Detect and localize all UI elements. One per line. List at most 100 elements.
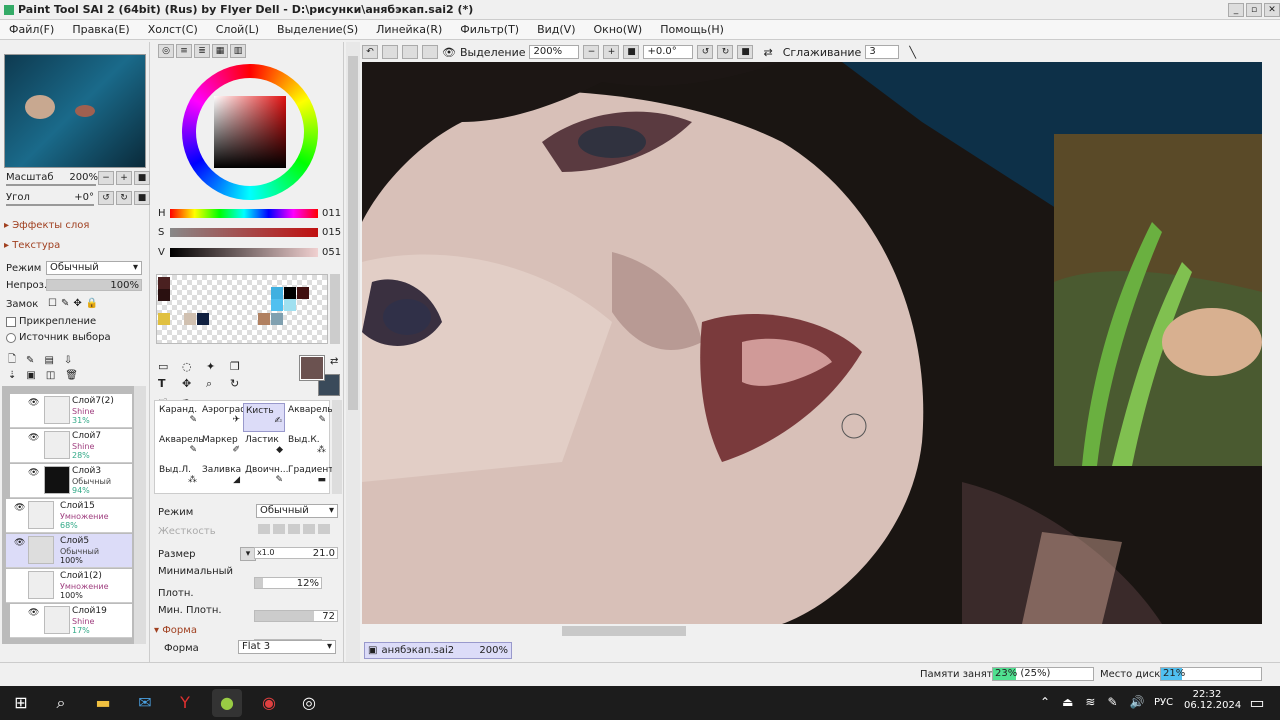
minimize-button[interactable]: _ (1228, 2, 1244, 17)
usb-icon[interactable]: ⏏ (1062, 695, 1073, 709)
lasso-icon[interactable]: ◌ (182, 360, 202, 373)
menu-window[interactable]: Окно(W) (585, 23, 652, 36)
steam-icon[interactable]: ◎ (294, 689, 324, 717)
zoom-icon[interactable]: ⌕ (206, 377, 226, 391)
canvas[interactable] (362, 62, 1262, 624)
tool-grid-scrollbar[interactable] (332, 400, 342, 494)
invert-selection-button[interactable] (422, 45, 438, 59)
tool-pencil[interactable]: Каранд. ✎ (157, 403, 199, 432)
tool-fill[interactable]: Заливка ◢ (200, 463, 242, 492)
eye-icon[interactable]: 👁 (14, 538, 25, 548)
tool-select-pen[interactable]: Выд.К. ⁂ (286, 433, 328, 462)
texture-section[interactable]: ▸ Текстура (4, 240, 60, 251)
rotate-left-button[interactable]: ↺ (98, 191, 114, 205)
zoom-out-button[interactable]: − (98, 171, 114, 185)
primary-color[interactable] (299, 355, 325, 381)
menu-filter[interactable]: Фильтр(T) (451, 23, 528, 36)
recorder-icon[interactable]: ◉ (254, 689, 284, 717)
lock-all-icon[interactable]: 🔒 (86, 298, 98, 309)
eye-icon[interactable]: 👁 (28, 398, 39, 408)
redo-button[interactable] (382, 45, 398, 59)
document-tab[interactable]: ▣ анябэкап.sai2 200% (364, 642, 512, 659)
yandex-browser-icon[interactable]: Y (170, 689, 200, 717)
angle-select[interactable]: +0.0° (643, 45, 694, 59)
chevron-up-icon[interactable]: ⌃ (1040, 695, 1050, 709)
menu-canvas[interactable]: Холст(C) (139, 23, 207, 36)
close-button[interactable]: ✕ (1264, 2, 1280, 17)
move-icon[interactable]: ❐ (230, 360, 250, 373)
lock-paint-icon[interactable]: ✎ (61, 298, 69, 309)
eye-icon[interactable]: 👁 (28, 468, 39, 478)
add-mask-icon[interactable]: ▣ (26, 370, 35, 381)
rotate-reset-button[interactable]: ■ (737, 45, 754, 59)
zoom-slider[interactable] (6, 184, 96, 186)
canvas-hscrollbar[interactable] (362, 624, 1262, 638)
menu-view[interactable]: Вид(V) (528, 23, 584, 36)
new-layer-icon[interactable]: 🗋 (8, 352, 16, 369)
flip-icon[interactable]: ⇄ (763, 46, 772, 59)
text-tool-icon[interactable]: T (158, 377, 178, 391)
color-wheel[interactable] (182, 64, 318, 200)
menu-layer[interactable]: Слой(L) (207, 23, 268, 36)
eye-icon[interactable]: 👁 (28, 608, 39, 618)
zoom-in-button[interactable]: + (116, 171, 132, 185)
rotate-icon[interactable]: ↻ (230, 377, 250, 391)
zoom-select[interactable]: 200% (529, 45, 580, 59)
layer-item[interactable]: 👁 Слой7 Shine 28% (10, 429, 132, 463)
rotate-right-button[interactable]: ↻ (717, 45, 734, 59)
shape-select[interactable]: Flat 3 ▾ (238, 640, 336, 654)
hue-slider[interactable] (170, 209, 318, 218)
tool-marker[interactable]: Маркер ✐ (200, 433, 242, 462)
volume-icon[interactable]: 🔊 (1130, 695, 1145, 709)
merge-down-icon[interactable]: ⇣ (8, 370, 16, 381)
layer-item[interactable]: 👁 Слой7(2) Shine 31% (10, 394, 132, 428)
zoom-reset-button[interactable]: ■ (623, 45, 640, 59)
paint-tool-sai-icon[interactable]: ● (212, 689, 242, 717)
notifications-icon[interactable]: ▭ (1242, 689, 1272, 717)
layer-mode-select[interactable]: Обычный ▾ (46, 261, 142, 275)
size-slider[interactable]: x1.0 21.0 (254, 547, 338, 559)
hardness-presets[interactable] (258, 524, 330, 534)
windows-start-icon[interactable]: ⊞ (6, 689, 36, 717)
eye-icon[interactable]: 👁 (14, 503, 25, 513)
density-slider[interactable]: 72 (254, 610, 338, 622)
opacity-slider[interactable]: 100% (46, 279, 142, 291)
hsv-slider-tab[interactable]: ≣ (194, 44, 210, 58)
min-size-slider[interactable]: 12% (254, 577, 322, 589)
brush-mode-select[interactable]: Обычный ▾ (256, 504, 338, 518)
smoothing-select[interactable]: 3 (865, 45, 900, 59)
zoom-in-button[interactable]: + (603, 45, 620, 59)
menu-help[interactable]: Помощь(H) (651, 23, 733, 36)
tool-eraser[interactable]: Ластик ◆ (243, 433, 285, 462)
pen-icon[interactable]: ✎ (1107, 695, 1117, 709)
eye-icon[interactable]: 👁 (28, 433, 39, 443)
tool-select-eraser[interactable]: Выд.Л. ⁂ (157, 463, 199, 492)
tool-airbrush[interactable]: Аэрограф ✈ (200, 403, 248, 432)
shape-section[interactable]: ▾ Форма (154, 625, 197, 636)
saturation-slider[interactable] (170, 228, 318, 237)
menu-edit[interactable]: Правка(E) (63, 23, 138, 36)
clip-checkbox[interactable] (6, 316, 16, 327)
lock-transparency-icon[interactable]: ☐ (48, 298, 57, 309)
magic-wand-icon[interactable]: ✦ (206, 360, 226, 373)
new-folder-icon[interactable]: ▤ (44, 355, 53, 366)
swap-colors-icon[interactable]: ⇄ (330, 356, 338, 367)
clock[interactable]: 22:32 06.12.2024 (1184, 689, 1241, 711)
angle-slider[interactable] (6, 204, 94, 206)
menu-ruler[interactable]: Линейка(R) (367, 23, 451, 36)
rgb-slider-tab[interactable]: ≡ (176, 44, 192, 58)
layer-item[interactable]: 👁 Слой3 Обычный 94% (10, 464, 132, 498)
tool-brush[interactable]: Кисть ✍ (243, 403, 285, 432)
layer-item[interactable]: Слой1(2) Умножение 100% (6, 569, 132, 603)
pan-icon[interactable]: ✥ (182, 377, 202, 391)
tool-binary[interactable]: Двоичн... ✎ (243, 463, 288, 492)
mail-icon[interactable]: ✉ (130, 689, 160, 717)
file-explorer-icon[interactable]: ▬ (88, 689, 118, 717)
maximize-button[interactable]: ▫ (1246, 2, 1262, 17)
layer-list-scrollbar[interactable] (134, 386, 146, 644)
deselect-button[interactable] (402, 45, 418, 59)
language-indicator[interactable]: РУС (1154, 697, 1173, 708)
color-wheel-tab[interactable]: ◎ (158, 44, 174, 58)
tool-watercolor-2[interactable]: Акварель ✎ (157, 433, 204, 462)
menu-file[interactable]: Файл(F) (0, 23, 63, 36)
